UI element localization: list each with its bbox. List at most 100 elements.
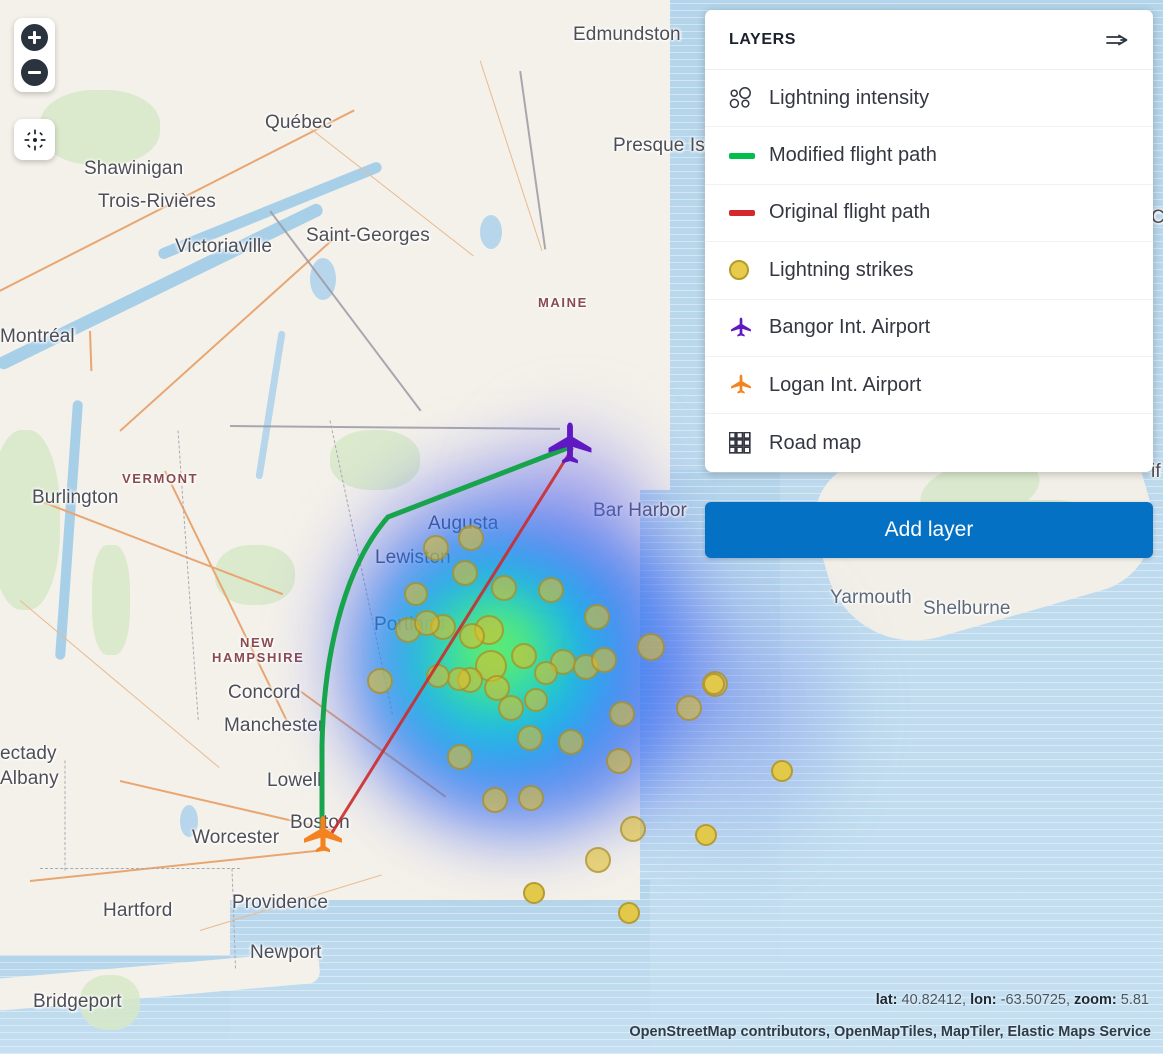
layer-row[interactable]: Logan Int. Airport: [705, 357, 1153, 415]
zoom-out-button[interactable]: [21, 59, 48, 86]
lightning-strike-marker[interactable]: [524, 688, 548, 712]
layer-label: Lightning intensity: [769, 86, 930, 109]
lightning-strike-marker[interactable]: [458, 525, 484, 551]
map-attribution: OpenStreetMap contributors, OpenMapTiles…: [629, 1024, 1151, 1040]
map-label: Shawinigan: [84, 158, 184, 179]
lightning-strike-marker[interactable]: [606, 748, 632, 774]
lightning-strike-marker[interactable]: [609, 701, 635, 727]
collapse-panel-button[interactable]: [1105, 31, 1131, 49]
lightning-strike-marker[interactable]: [498, 695, 524, 721]
layer-label: Modified flight path: [769, 144, 937, 167]
line-swatch-icon: [729, 152, 759, 159]
lightning-strike-marker[interactable]: [620, 816, 646, 842]
airplane-icon: [729, 316, 759, 340]
map-label: Concord: [228, 682, 301, 703]
line-swatch-icon: [729, 209, 755, 216]
map-label: Victoriaville: [175, 236, 273, 257]
minus-icon: [28, 71, 41, 74]
lightning-strike-marker[interactable]: [518, 785, 544, 811]
lightning-strike-marker[interactable]: [637, 633, 665, 661]
airplane-icon: [731, 374, 751, 394]
map-label: Edmundston: [573, 24, 681, 45]
map-label: Bridgeport: [33, 991, 122, 1012]
layer-list: Lightning intensity Modified flight path O…: [705, 70, 1153, 472]
map-label: Québec: [265, 112, 333, 133]
layer-row[interactable]: Modified flight path: [705, 127, 1153, 185]
map-label: Bar Harbor: [593, 500, 687, 521]
layer-row[interactable]: Bangor Int. Airport: [705, 300, 1153, 357]
lightning-strike-marker[interactable]: [517, 725, 543, 751]
lightning-strike-marker[interactable]: [511, 643, 537, 669]
lightning-strike-marker[interactable]: [447, 667, 471, 691]
lightning-strike-marker[interactable]: [452, 560, 478, 586]
layer-label: Road map: [769, 431, 862, 454]
lightning-strike-marker[interactable]: [676, 695, 702, 721]
lightning-strike-marker[interactable]: [491, 575, 517, 601]
map-label: MAINE: [538, 295, 588, 310]
map-label: Presque Isle: [613, 135, 720, 156]
lightning-strike-marker[interactable]: [482, 787, 508, 813]
forest-green-mountains: [92, 545, 130, 655]
water-lake-3: [480, 215, 502, 249]
layer-row[interactable]: Original flight path: [705, 185, 1153, 243]
lightning-strike-marker[interactable]: [585, 847, 611, 873]
map-application: Edmundston Québec Presque Isle Shawinigan Tr…: [0, 0, 1163, 1054]
border-ma-ct: [40, 868, 240, 869]
lightning-strike-marker[interactable]: [771, 760, 793, 782]
locate-me-button[interactable]: [14, 119, 55, 160]
layer-label: Original flight path: [769, 201, 931, 224]
grid-tiles-icon: [729, 432, 759, 454]
collapse-arrow-icon: [1106, 34, 1128, 45]
layers-panel-header: LAYERS: [705, 10, 1153, 70]
lightning-strike-marker[interactable]: [447, 744, 473, 770]
lightning-strike-marker[interactable]: [538, 577, 564, 603]
lightning-strike-marker[interactable]: [591, 647, 617, 673]
zoom-label: zoom:: [1074, 992, 1117, 1008]
map-label: Newport: [250, 942, 322, 963]
map-label: Manchester: [224, 715, 325, 736]
lightning-strike-marker[interactable]: [558, 729, 584, 755]
land-maine: [430, 0, 670, 490]
map-label: Shelburne: [923, 598, 1011, 619]
lightning-strike-marker[interactable]: [523, 882, 545, 904]
map-label: ectady: [0, 743, 57, 764]
zoom-controls: [14, 18, 55, 92]
layer-row[interactable]: Lightning intensity: [705, 70, 1153, 128]
lightning-strike-marker[interactable]: [423, 535, 449, 561]
map-label: Yarmouth: [830, 587, 912, 608]
add-layer-button[interactable]: Add layer: [705, 502, 1153, 558]
lightning-strike-marker[interactable]: [367, 668, 393, 694]
lightning-strike-marker[interactable]: [534, 661, 558, 685]
lightning-strike-marker[interactable]: [426, 664, 450, 688]
lightning-strike-marker[interactable]: [695, 824, 717, 846]
layer-row[interactable]: Lightning strikes: [705, 242, 1153, 300]
lightning-strike-marker[interactable]: [618, 902, 640, 924]
lightning-strike-marker[interactable]: [584, 604, 610, 630]
map-label: Saint-Georges: [306, 225, 430, 246]
map-label: Lowell: [267, 770, 322, 791]
lightning-strike-marker[interactable]: [703, 673, 725, 695]
line-swatch-icon: [729, 209, 759, 216]
zoom-in-button[interactable]: [21, 24, 48, 51]
lightning-strike-marker[interactable]: [404, 582, 428, 606]
map-label: Boston: [290, 812, 350, 833]
lightning-strike-marker[interactable]: [459, 623, 485, 649]
layer-label: Lightning strikes: [769, 258, 914, 281]
lightning-strike-marker[interactable]: [414, 610, 440, 636]
heatmap-clusters-icon: [729, 87, 759, 109]
map-label: Burlington: [32, 487, 119, 508]
airplane-icon: [731, 317, 751, 337]
map-label: Albany: [0, 768, 59, 789]
forest-quebec: [40, 90, 160, 165]
layers-panel-title: LAYERS: [729, 30, 797, 48]
coordinate-readout: lat: 40.82412, lon: -63.50725, zoom: 5.8…: [876, 992, 1149, 1008]
lat-value: 40.82412,: [901, 992, 967, 1008]
layer-row[interactable]: Road map: [705, 414, 1153, 471]
map-label: Hartford: [103, 900, 173, 921]
map-label: Trois-Rivières: [98, 191, 216, 212]
layers-panel: LAYERS Lightning intensity Modified fligh…: [705, 10, 1153, 472]
zoom-value: 5.81: [1120, 992, 1149, 1008]
lon-value: -63.50725,: [1000, 992, 1071, 1008]
circle-swatch-icon: [729, 260, 749, 281]
airplane-icon: [729, 373, 759, 397]
